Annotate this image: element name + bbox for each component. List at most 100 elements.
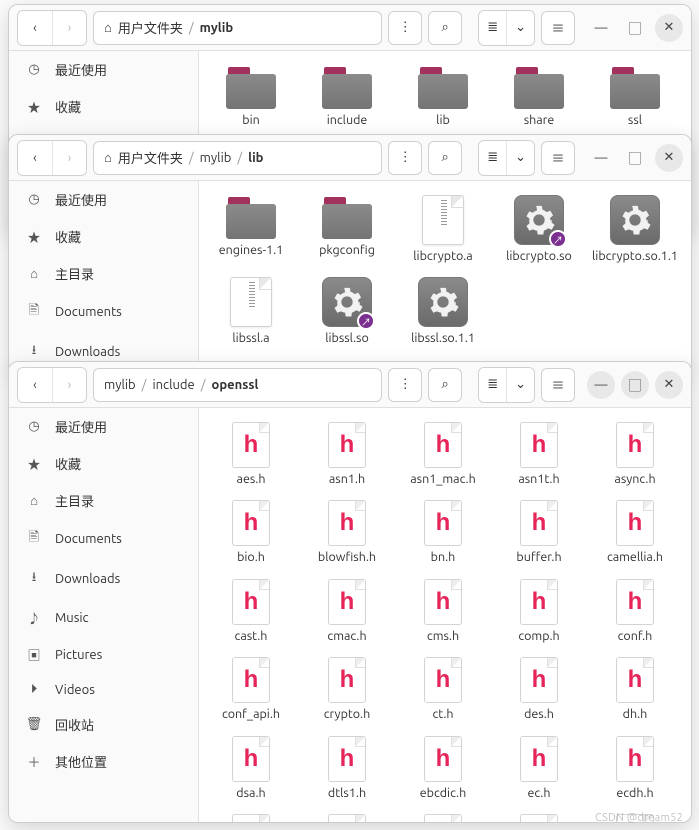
sidebar-item[interactable]: ▣Pictures <box>9 636 198 673</box>
file-item[interactable]: hdtls1.h <box>299 732 395 804</box>
sidebar-item[interactable]: ⭳Downloads <box>9 559 198 599</box>
sidebar-item[interactable]: ★收藏 <box>9 88 198 125</box>
view-dropdown-button[interactable]: ⌄ <box>506 368 534 402</box>
menu-button[interactable]: ≡ <box>541 141 575 175</box>
file-item[interactable]: hcrypto.h <box>299 653 395 725</box>
file-item[interactable]: hbio.h <box>203 496 299 568</box>
file-item[interactable]: hasn1t.h <box>491 418 587 490</box>
file-item[interactable]: pkgconfig <box>299 191 395 267</box>
breadcrumb-segment[interactable]: include <box>152 378 194 392</box>
search-button[interactable]: ⌕ <box>428 141 462 175</box>
close-button[interactable]: ✕ <box>655 144 683 172</box>
search-button[interactable]: ⌕ <box>428 11 462 45</box>
file-item[interactable]: h <box>203 810 299 822</box>
pathbar[interactable]: mylib / include / openssl <box>93 368 382 402</box>
file-item[interactable]: h <box>491 810 587 822</box>
sidebar-item[interactable]: ⌂主目录 <box>9 255 198 292</box>
file-item[interactable]: hdes.h <box>491 653 587 725</box>
file-item[interactable]: h <box>395 810 491 822</box>
breadcrumb-segment[interactable]: mylib <box>200 151 232 165</box>
more-button[interactable]: ⋮ <box>388 11 422 45</box>
file-item[interactable]: h <box>587 810 683 822</box>
forward-button[interactable]: › <box>52 141 86 175</box>
breadcrumb-segment[interactable]: 用户文件夹 <box>118 148 183 167</box>
content-area[interactable]: engines-1.1pkgconfiglibcrypto.a↗libcrypt… <box>199 181 691 373</box>
back-button[interactable]: ‹ <box>18 11 52 45</box>
more-button[interactable]: ⋮ <box>388 141 422 175</box>
file-item[interactable]: hbn.h <box>395 496 491 568</box>
file-item[interactable]: hconf.h <box>587 575 683 647</box>
minimize-button[interactable]: — <box>587 14 615 42</box>
back-button[interactable]: ‹ <box>18 368 52 402</box>
breadcrumb-segment[interactable]: lib <box>248 151 263 165</box>
sidebar-item[interactable]: 🗑回收站 <box>9 706 198 743</box>
file-item[interactable]: hasync.h <box>587 418 683 490</box>
sidebar-item[interactable]: 🖹Documents <box>9 519 198 559</box>
more-button[interactable]: ⋮ <box>388 368 422 402</box>
maximize-button[interactable]: ▢ <box>621 371 649 399</box>
file-item[interactable]: lib <box>395 61 491 131</box>
file-item[interactable]: libcrypto.so.1.1 <box>587 191 683 267</box>
menu-button[interactable]: ≡ <box>541 368 575 402</box>
view-dropdown-button[interactable]: ⌄ <box>506 11 534 45</box>
file-item[interactable]: hblowfish.h <box>299 496 395 568</box>
sidebar-item[interactable]: ♪Music <box>9 599 198 636</box>
breadcrumb-segment[interactable]: mylib <box>104 378 136 392</box>
sidebar-item[interactable]: 🖹Documents <box>9 292 198 332</box>
close-button[interactable]: ✕ <box>655 371 683 399</box>
file-item[interactable]: hcms.h <box>395 575 491 647</box>
icon-view-button[interactable]: ≣ <box>479 141 506 175</box>
sidebar-item[interactable]: ◷最近使用 <box>9 181 198 218</box>
file-item[interactable]: hcamellia.h <box>587 496 683 568</box>
file-item[interactable]: libssl.so.1.1 <box>395 273 491 349</box>
file-item[interactable]: share <box>491 61 587 131</box>
breadcrumb-segment[interactable]: mylib <box>200 21 233 35</box>
file-item[interactable]: hebcdic.h <box>395 732 491 804</box>
maximize-button[interactable]: ▢ <box>621 144 649 172</box>
breadcrumb-segment[interactable]: openssl <box>212 378 259 392</box>
breadcrumb-segment[interactable]: 用户文件夹 <box>118 18 183 37</box>
file-item[interactable]: ssl <box>587 61 683 131</box>
file-item[interactable]: haes.h <box>203 418 299 490</box>
file-item[interactable]: hcmac.h <box>299 575 395 647</box>
view-dropdown-button[interactable]: ⌄ <box>506 141 534 175</box>
back-button[interactable]: ‹ <box>18 141 52 175</box>
minimize-button[interactable]: — <box>587 371 615 399</box>
file-item[interactable]: libssl.a <box>203 273 299 349</box>
sidebar-item[interactable]: ★收藏 <box>9 218 198 255</box>
sidebar-item[interactable]: ＋其他位置 <box>9 743 198 780</box>
menu-button[interactable]: ≡ <box>541 11 575 45</box>
sidebar-item[interactable]: ⏵Videos <box>9 673 198 706</box>
file-item[interactable]: h <box>299 810 395 822</box>
icon-view-button[interactable]: ≣ <box>479 368 506 402</box>
file-item[interactable]: hct.h <box>395 653 491 725</box>
content-area[interactable]: haes.hhasn1.hhasn1_mac.hhasn1t.hhasync.h… <box>199 408 691 822</box>
pathbar[interactable]: ⌂ 用户文件夹 / mylib / lib <box>93 141 382 175</box>
pathbar[interactable]: ⌂ 用户文件夹 / mylib <box>93 11 382 45</box>
sidebar-item[interactable]: ◷最近使用 <box>9 51 198 88</box>
sidebar-item[interactable]: ★收藏 <box>9 445 198 482</box>
file-item[interactable]: hecdh.h <box>587 732 683 804</box>
file-item[interactable]: hasn1_mac.h <box>395 418 491 490</box>
file-item[interactable]: include <box>299 61 395 131</box>
maximize-button[interactable]: ▢ <box>621 14 649 42</box>
file-item[interactable]: hec.h <box>491 732 587 804</box>
sidebar-item[interactable]: ⌂主目录 <box>9 482 198 519</box>
close-button[interactable]: ✕ <box>655 14 683 42</box>
file-item[interactable]: bin <box>203 61 299 131</box>
forward-button[interactable]: › <box>52 368 86 402</box>
sidebar-item[interactable]: ◷最近使用 <box>9 408 198 445</box>
file-item[interactable]: hasn1.h <box>299 418 395 490</box>
file-item[interactable]: hdh.h <box>587 653 683 725</box>
file-item[interactable]: hcomp.h <box>491 575 587 647</box>
forward-button[interactable]: › <box>52 11 86 45</box>
file-item[interactable]: hbuffer.h <box>491 496 587 568</box>
file-item[interactable]: ↗libcrypto.so <box>491 191 587 267</box>
file-item[interactable]: libcrypto.a <box>395 191 491 267</box>
search-button[interactable]: ⌕ <box>428 368 462 402</box>
minimize-button[interactable]: — <box>587 144 615 172</box>
file-item[interactable]: hdsa.h <box>203 732 299 804</box>
icon-view-button[interactable]: ≣ <box>479 11 506 45</box>
file-item[interactable]: ↗libssl.so <box>299 273 395 349</box>
file-item[interactable]: engines-1.1 <box>203 191 299 267</box>
